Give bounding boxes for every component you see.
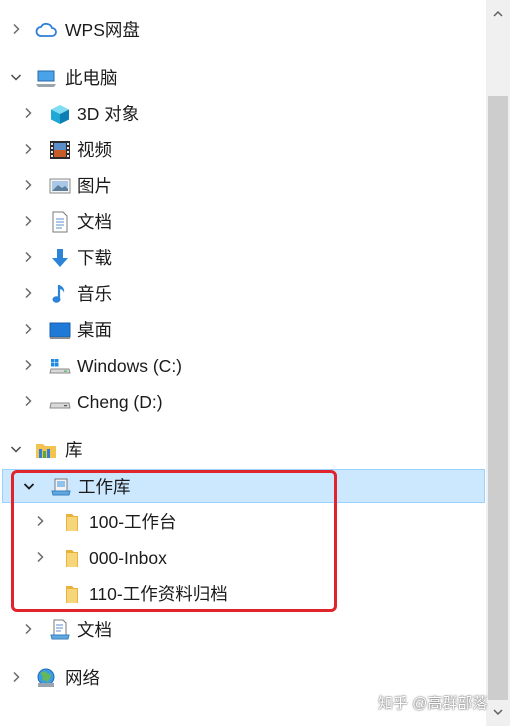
chevron-right-icon[interactable] (33, 514, 47, 528)
tree-item-libraries[interactable]: 库 (0, 433, 486, 467)
music-note-icon (49, 283, 71, 305)
tree-item-this-pc[interactable]: 此电脑 (0, 61, 486, 95)
chevron-down-icon[interactable] (22, 479, 36, 493)
chevron-down-icon[interactable] (9, 442, 23, 456)
chevron-right-icon[interactable] (21, 250, 35, 264)
library-icon (50, 476, 72, 498)
drive-icon (49, 391, 71, 413)
tree-item-pictures[interactable]: 图片 (0, 169, 486, 203)
desktop-icon (49, 319, 71, 341)
tree-item-network[interactable]: 网络 (0, 661, 486, 695)
tree-item-label: 工作库 (78, 477, 131, 497)
chevron-right-icon[interactable] (21, 214, 35, 228)
tree-item-music[interactable]: 音乐 (0, 277, 486, 311)
folder-icon (61, 583, 83, 605)
chevron-right-icon[interactable] (33, 550, 47, 564)
tree-item-label: 网络 (65, 668, 100, 688)
tree-item-label: 库 (65, 440, 83, 460)
computer-icon (35, 67, 57, 89)
chevron-right-icon[interactable] (21, 178, 35, 192)
vertical-scrollbar[interactable] (486, 0, 510, 726)
tree-item-label: 110-工作资料归档 (89, 584, 228, 604)
scrollbar-thumb[interactable] (488, 96, 508, 700)
tree-item-3d-objects[interactable]: 3D 对象 (0, 97, 486, 131)
chevron-right-icon[interactable] (21, 622, 35, 636)
chevron-right-icon[interactable] (21, 142, 35, 156)
chevron-right-icon[interactable] (21, 394, 35, 408)
cloud-icon (35, 19, 57, 41)
tree-item-folder-110[interactable]: 110-工作资料归档 (0, 577, 486, 611)
document-library-icon (49, 619, 71, 641)
scroll-down-arrow-icon[interactable] (486, 700, 510, 724)
chevron-right-icon[interactable] (21, 322, 35, 336)
tree-item-label: 桌面 (77, 320, 112, 340)
library-folder-icon (35, 439, 57, 461)
tree-item-label: 文档 (77, 620, 112, 640)
folder-icon (61, 511, 83, 533)
tree-item-label: 100-工作台 (89, 512, 177, 532)
tree-item-work-library[interactable]: 工作库 (2, 469, 485, 503)
tree-item-drive-d[interactable]: Cheng (D:) (0, 385, 486, 419)
tree-item-videos[interactable]: 视频 (0, 133, 486, 167)
chevron-right-icon[interactable] (9, 22, 23, 36)
tree-item-library-documents[interactable]: 文档 (0, 613, 486, 647)
tree-item-label: 视频 (77, 140, 112, 160)
tree-item-label: 图片 (77, 176, 112, 196)
film-strip-icon (49, 139, 71, 161)
scroll-up-arrow-icon[interactable] (486, 2, 510, 26)
tree-item-label: WPS网盘 (65, 20, 140, 40)
network-icon (35, 667, 57, 689)
download-arrow-icon (49, 247, 71, 269)
tree-item-label: Windows (C:) (77, 356, 183, 376)
watermark-text: 知乎 @高群部落 (378, 695, 488, 712)
tree-item-wps-cloud[interactable]: WPS网盘 (0, 13, 486, 47)
chevron-right-icon[interactable] (9, 670, 23, 684)
tree-item-label: 此电脑 (65, 68, 118, 88)
chevron-right-icon[interactable] (21, 358, 35, 372)
tree-item-drive-c[interactable]: Windows (C:) (0, 349, 486, 383)
picture-icon (49, 175, 71, 197)
chevron-down-icon[interactable] (9, 70, 23, 84)
tree-item-label: 000-Inbox (89, 548, 167, 568)
tree-item-folder-100[interactable]: 100-工作台 (0, 505, 486, 539)
cube-3d-icon (49, 103, 71, 125)
chevron-right-icon[interactable] (21, 106, 35, 120)
navigation-pane-tree: WPS网盘 此电脑 3D 对象 视频 图片 文档 下载 音乐 桌面 Window… (0, 0, 486, 726)
tree-item-downloads[interactable]: 下载 (0, 241, 486, 275)
tree-item-label: 文档 (77, 212, 112, 232)
tree-item-label: 3D 对象 (77, 104, 140, 124)
folder-icon (61, 547, 83, 569)
chevron-right-icon[interactable] (21, 286, 35, 300)
tree-item-label: 音乐 (77, 284, 112, 304)
document-icon (49, 211, 71, 233)
tree-item-folder-000[interactable]: 000-Inbox (0, 541, 486, 575)
tree-item-label: Cheng (D:) (77, 392, 163, 412)
system-drive-icon (49, 355, 71, 377)
tree-item-label: 下载 (77, 248, 112, 268)
tree-item-desktop[interactable]: 桌面 (0, 313, 486, 347)
tree-item-documents[interactable]: 文档 (0, 205, 486, 239)
